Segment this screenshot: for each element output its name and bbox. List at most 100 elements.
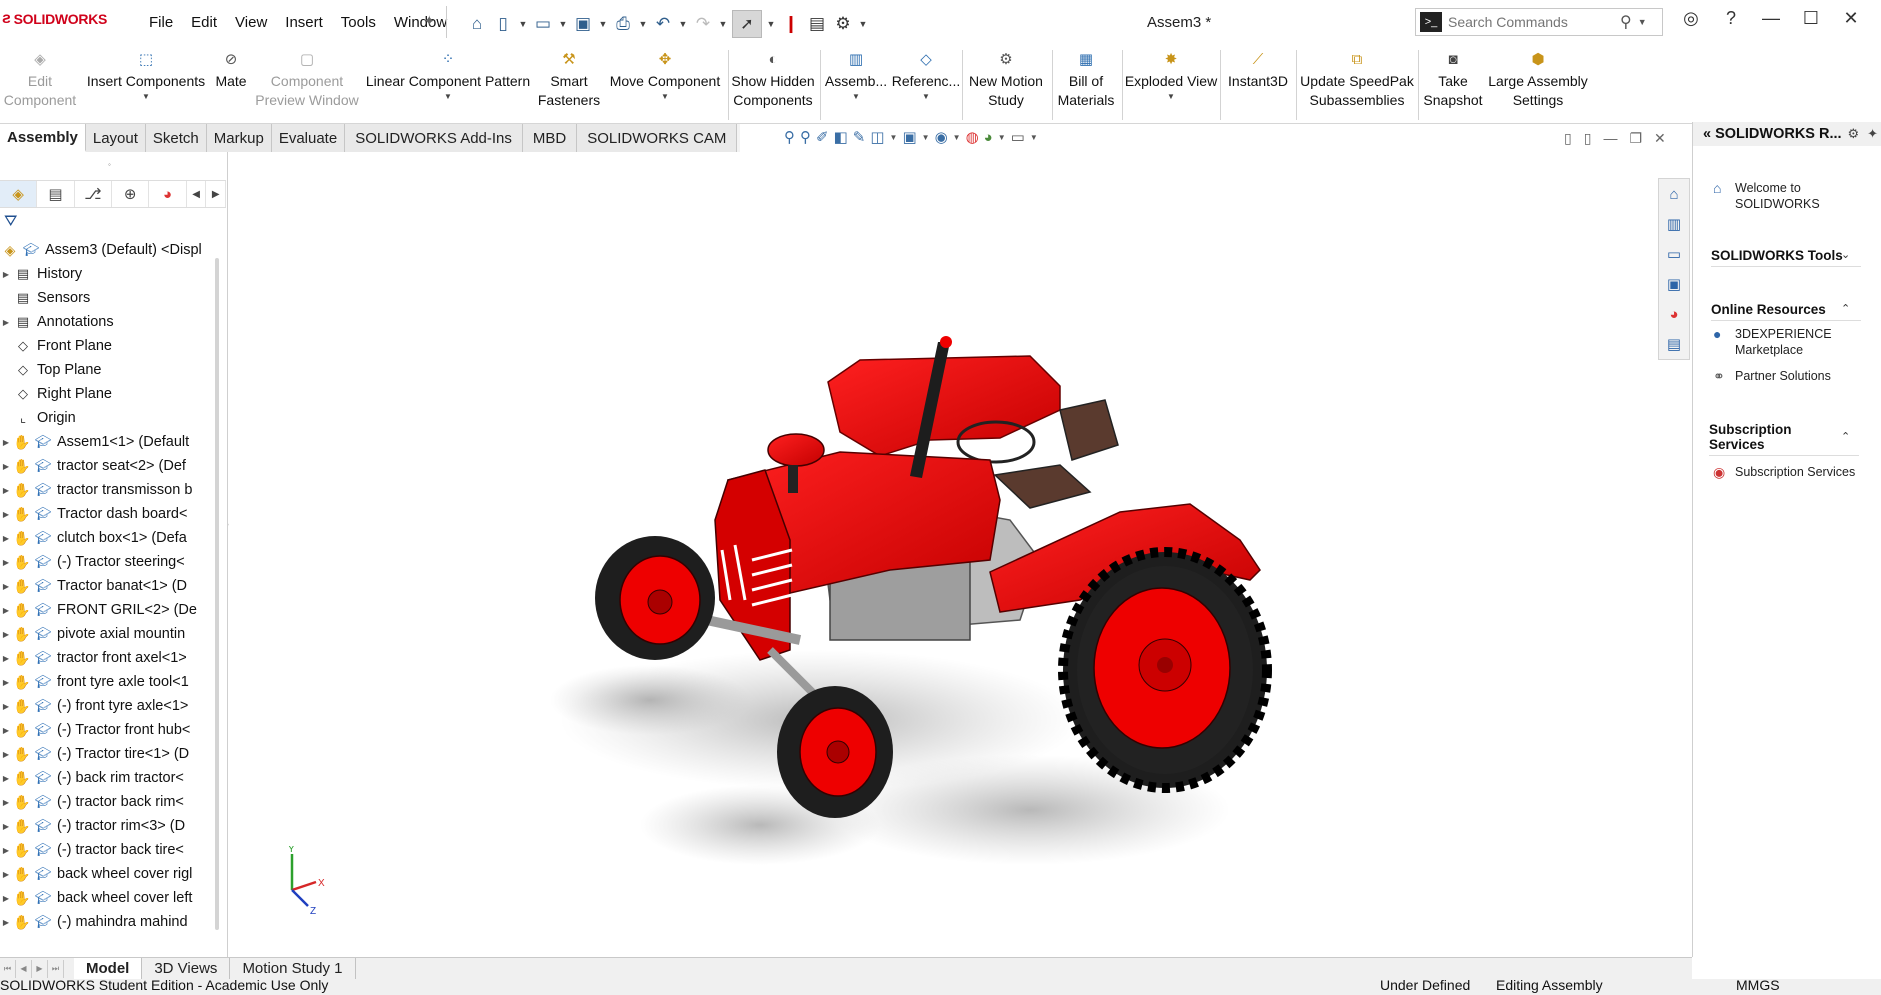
expand-arrow-icon[interactable]: ▶ [0, 870, 12, 879]
minimize-icon[interactable]: — [1756, 8, 1786, 29]
maximize-icon[interactable]: ☐ [1796, 8, 1826, 29]
tree-item[interactable]: ▶ ✋ 🎓︎ (-) mahindra mahind [0, 910, 214, 934]
view-orientation-icon[interactable]: ◫ [870, 128, 884, 146]
chevron-down-icon[interactable]: ▼ [678, 19, 688, 29]
expand-arrow-icon[interactable]: ▶ [0, 894, 12, 903]
tree-item[interactable]: ▶ ✋ 🎓︎ (-) front tyre axle<1> [0, 694, 214, 718]
next-tab-icon[interactable]: ▶ [32, 959, 48, 978]
expand-arrow-icon[interactable]: ▶ [0, 678, 12, 687]
tree-item[interactable]: ▶ ✋ 🎓︎ clutch box<1> (Defa [0, 526, 214, 550]
tree-item[interactable]: ◇ Right Plane [0, 382, 214, 406]
view-palette-icon[interactable]: ▣ [1659, 269, 1689, 299]
tree-item[interactable]: ▶ ✋ 🎓︎ (-) back rim tractor< [0, 766, 214, 790]
tree-item[interactable]: ▶ ✋ 🎓︎ (-) tractor back tire< [0, 838, 214, 862]
solidworks-tools-header[interactable]: SOLIDWORKS Tools [1711, 248, 1861, 267]
chevron-left-icon[interactable]: ◀ [187, 181, 207, 207]
menu-file[interactable]: File [140, 14, 182, 31]
chevron-down-icon[interactable]: ▼ [1167, 93, 1175, 101]
redo-icon[interactable]: ↷ [692, 13, 714, 35]
tree-item[interactable]: ▶ ▤ Annotations [0, 310, 214, 334]
menu-edit[interactable]: Edit [182, 14, 226, 31]
expand-arrow-icon[interactable]: ▶ [0, 750, 12, 759]
tree-item[interactable]: ▶ ✋ 🎓︎ (-) tractor rim<3> (D [0, 814, 214, 838]
chevron-down-icon[interactable]: ▼ [444, 93, 452, 101]
search-commands-box[interactable]: >_ ⚲ ▼ [1415, 8, 1663, 36]
expand-arrow-icon[interactable]: ▶ [0, 270, 12, 279]
reference-geometry-button[interactable]: ◇ Referenc... ▼ [890, 48, 962, 120]
chevron-down-icon[interactable]: ▼ [858, 19, 868, 29]
partner-solutions-link[interactable]: ⚭ Partner Solutions [1713, 368, 1831, 384]
chevron-down-icon[interactable]: ▼ [1638, 17, 1647, 27]
open-folder-icon[interactable]: ▭ [532, 13, 554, 35]
expand-arrow-icon[interactable]: ▶ [0, 702, 12, 711]
select-pointer-button[interactable]: ➚ [732, 10, 762, 38]
expand-arrow-icon[interactable]: ▶ [0, 582, 12, 591]
apply-scene-icon[interactable]: ◕ [984, 129, 993, 146]
zoom-to-fit-icon[interactable]: ⚲ [784, 128, 795, 146]
chevron-down-icon[interactable]: ▼ [661, 93, 669, 101]
move-component-button[interactable]: ✥ Move Component ▼ [604, 48, 726, 120]
tree-item[interactable]: ◇ Top Plane [0, 358, 214, 382]
expand-arrow-icon[interactable]: ▶ [0, 438, 12, 447]
expand-arrow-icon[interactable]: ▶ [0, 606, 12, 615]
filter-icon[interactable]: ⛛ [4, 213, 17, 231]
tree-item[interactable]: ▶ ✋ 🎓︎ (-) Tractor front hub< [0, 718, 214, 742]
instant3d-button[interactable]: ⟋ Instant3D [1222, 48, 1294, 120]
home-icon[interactable]: ⌂ [466, 13, 488, 35]
tab-addins[interactable]: SOLIDWORKS Add-Ins [345, 124, 523, 152]
menu-tools[interactable]: Tools [332, 14, 385, 31]
subscription-services-link[interactable]: ◉ Subscription Services [1713, 464, 1855, 480]
chevron-down-icon[interactable]: ▼ [142, 93, 150, 101]
help-icon[interactable]: ? [1716, 8, 1746, 29]
file-explorer-icon[interactable]: ▭ [1659, 239, 1689, 269]
appearances-icon[interactable]: ◕ [1659, 299, 1689, 329]
dimxpert-tab-icon[interactable]: ⊕ [112, 181, 150, 207]
chevron-down-icon[interactable]: ▼ [718, 19, 728, 29]
chevron-up-icon[interactable]: ⌃ [1841, 302, 1850, 315]
feature-tree-tab-icon[interactable]: ◈ [0, 181, 38, 207]
hide-show-items-icon[interactable]: ◉ [935, 128, 948, 146]
file-properties-icon[interactable]: ▤ [806, 13, 828, 35]
mate-button[interactable]: ⊘ Mate [210, 48, 252, 120]
tab-layout[interactable]: Layout [85, 124, 146, 152]
tree-item[interactable]: ▶ ✋ 🎓︎ tractor seat<2> (Def [0, 454, 214, 478]
last-tab-icon[interactable]: ⏭ [48, 959, 64, 978]
design-library-icon[interactable]: ▥ [1659, 209, 1689, 239]
tree-item[interactable]: ▶ ▤ History [0, 262, 214, 286]
tree-item[interactable]: ▶ ✋ 🎓︎ back wheel cover left [0, 886, 214, 910]
tree-item[interactable]: ▶ ✋ 🎓︎ Tractor banat<1> (D [0, 574, 214, 598]
tree-item[interactable]: ▤ Sensors [0, 286, 214, 310]
new-motion-study-button[interactable]: ⚙ New Motion Study [964, 48, 1048, 120]
tree-item[interactable]: ▶ ✋ 🎓︎ tractor transmisson b [0, 478, 214, 502]
linear-component-pattern-button[interactable]: ⁘ Linear Component Pattern ▼ [364, 48, 532, 120]
chevron-down-icon[interactable]: ▼ [922, 133, 930, 142]
undo-icon[interactable]: ↶ [652, 13, 674, 35]
tree-item[interactable]: ▶ ✋ 🎓︎ (-) Tractor steering< [0, 550, 214, 574]
edit-appearance-icon[interactable]: ◍ [966, 128, 979, 146]
tab-markup[interactable]: Markup [206, 124, 272, 152]
property-manager-tab-icon[interactable]: ▤ [37, 181, 75, 207]
options-gear-icon[interactable]: ⚙ [832, 13, 854, 35]
chevron-down-icon[interactable]: ▼ [598, 19, 608, 29]
tree-item[interactable]: ▶ ✋ 🎓︎ Tractor dash board< [0, 502, 214, 526]
insert-components-button[interactable]: ⬚ Insert Components ▼ [82, 48, 210, 120]
assembly-features-button[interactable]: ▥ Assemb... ▼ [822, 48, 890, 120]
print-icon[interactable]: ⎙ [612, 13, 634, 35]
user-account-icon[interactable]: ◎ [1676, 8, 1706, 29]
tree-item[interactable]: ▶ ✋ 🎓︎ (-) Tractor tire<1> (D [0, 742, 214, 766]
rebuild-traffic-light-icon[interactable]: ❙ [780, 13, 802, 35]
collapse-icon[interactable]: « [1703, 126, 1711, 142]
graphics-area[interactable] [229, 152, 1692, 957]
bill-of-materials-button[interactable]: ▦ Bill of Materials [1054, 48, 1118, 120]
chevron-down-icon[interactable]: ▼ [766, 19, 776, 29]
configuration-manager-tab-icon[interactable]: ⎇ [75, 181, 113, 207]
home-icon[interactable]: ⌂ [1659, 179, 1689, 209]
chevron-down-icon[interactable]: ▼ [558, 19, 568, 29]
zoom-to-area-icon[interactable]: ⚲ [800, 128, 811, 146]
previous-view-icon[interactable]: ✐ [816, 128, 829, 146]
expand-arrow-icon[interactable]: ▶ [0, 630, 12, 639]
search-input[interactable] [1448, 14, 1618, 30]
chevron-down-icon[interactable]: ▼ [890, 133, 898, 142]
tab-mbd[interactable]: MBD [522, 124, 578, 152]
pin-menu-icon[interactable]: ✦ [423, 12, 436, 30]
